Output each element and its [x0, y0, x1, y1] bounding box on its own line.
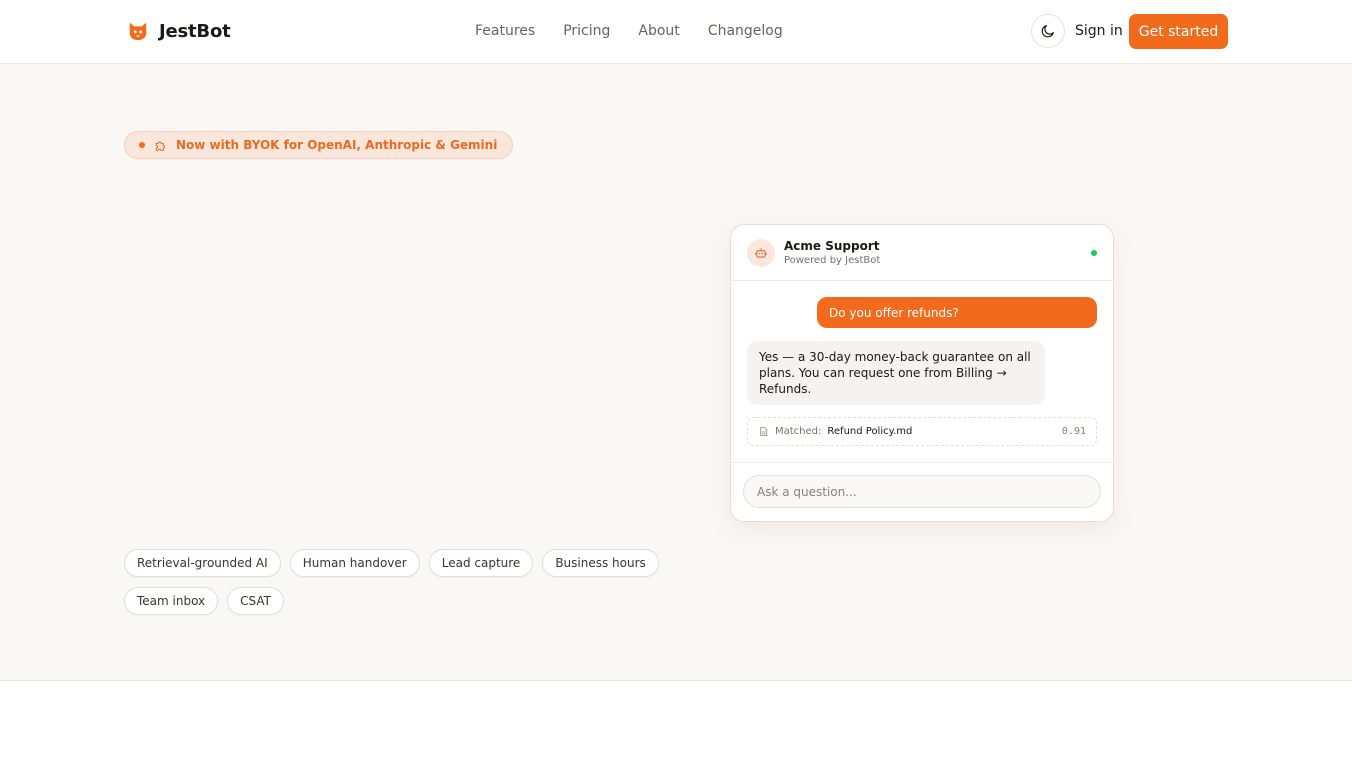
nav-item-features[interactable]: Features [475, 23, 535, 39]
feature-chip: Human handover [289, 549, 420, 577]
feature-chip: CSAT [227, 587, 284, 615]
widget-header: Acme Support Powered by JestBot [731, 225, 1113, 281]
moon-icon [1041, 25, 1054, 38]
feature-chips: Retrieval-grounded AI Human handover Lea… [124, 549, 664, 625]
badge-text: Now with BYOK for OpenAI, Anthropic & Ge… [176, 138, 498, 152]
widget-subtitle: Powered by JestBot [784, 255, 881, 266]
hero-section: Now with BYOK for OpenAI, Anthropic & Ge… [0, 64, 1352, 681]
match-file-name: Refund Policy.md [827, 426, 913, 437]
bot-message-bubble: Yes — a 30-day money-back guarantee on a… [747, 341, 1045, 405]
brand-name: JestBot [159, 20, 231, 42]
feature-chip: Team inbox [124, 587, 219, 615]
badge-dot [139, 142, 145, 148]
feature-chip: Retrieval-grounded AI [124, 549, 281, 577]
site-header: JestBot Features Pricing About Changelog… [0, 0, 1352, 64]
puzzle-icon [155, 141, 165, 151]
feature-chip: Lead capture [428, 549, 534, 577]
match-label: Matched: [775, 426, 822, 437]
widget-footer [731, 462, 1113, 521]
brand-logo[interactable]: JestBot [127, 20, 231, 42]
sign-in-link[interactable]: Sign in [1075, 23, 1123, 39]
chip-row: Retrieval-grounded AI Human handover Lea… [124, 549, 664, 577]
nav-item-about[interactable]: About [638, 23, 679, 39]
widget-title: Acme Support [784, 239, 880, 253]
bot-icon [755, 247, 767, 258]
widget-title-block: Acme Support Powered by JestBot [784, 239, 880, 266]
announcement-badge[interactable]: Now with BYOK for OpenAI, Anthropic & Ge… [124, 131, 514, 159]
nav-item-changelog[interactable]: Changelog [708, 23, 783, 39]
chip-row: Team inbox CSAT [124, 587, 664, 615]
chat-widget-preview: Acme Support Powered by JestBot Do you o… [730, 224, 1114, 522]
widget-avatar [747, 238, 775, 267]
matched-source-row[interactable]: Matched: Refund Policy.md 0.91 [747, 417, 1097, 446]
theme-toggle-button[interactable] [1031, 14, 1065, 48]
user-message-bubble: Do you offer refunds? [817, 297, 1097, 328]
chat-question-input[interactable] [743, 475, 1101, 508]
online-status-dot [1091, 250, 1097, 256]
get-started-button[interactable]: Get started [1129, 14, 1228, 49]
cat-face-icon [129, 22, 147, 41]
main-nav: Features Pricing About Changelog [475, 23, 783, 39]
document-icon [760, 426, 768, 437]
feature-chip: Business hours [542, 549, 659, 577]
nav-item-pricing[interactable]: Pricing [563, 23, 610, 39]
match-score: 0.91 [1061, 426, 1086, 437]
